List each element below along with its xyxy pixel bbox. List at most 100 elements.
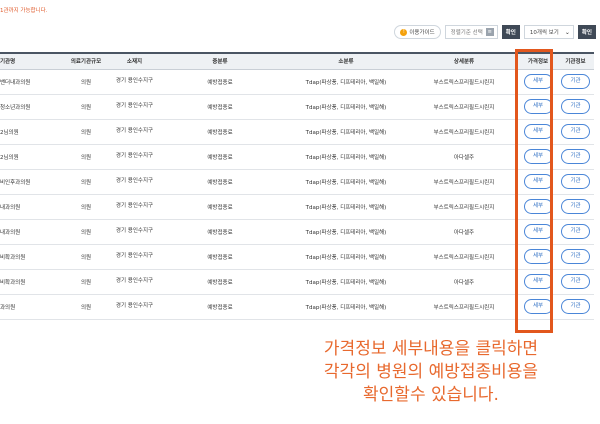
guide-button-label: 이용가이드 [409, 30, 435, 36]
column-header-location: 소재지 [112, 53, 157, 70]
cell-mid: 예방접종료 [207, 154, 233, 161]
cell-location: 경기 용인수지구 [115, 203, 154, 210]
cell-detail: 아다셀주 [453, 229, 475, 236]
price-info-highlight-box [515, 49, 553, 333]
cell-location: 경기 용인수지구 [115, 303, 154, 310]
institution-info-button[interactable]: 기관 [561, 299, 590, 314]
cell-size: 의원 [80, 179, 92, 186]
cell-detail: 부스트릭스프리필드시린지 [433, 304, 495, 311]
cell-small: Tdap(파상풍, 디프테리아, 백일해) [305, 279, 387, 286]
column-header-small: 소분류 [283, 53, 409, 70]
column-header-mid: 중분류 [157, 53, 283, 70]
cell-info: 기관 [557, 294, 594, 319]
cell-size: 의원 [80, 254, 92, 261]
column-header-name: 기관명 [0, 53, 60, 70]
cell-location: 경기 용인수지구 [115, 153, 154, 160]
cell-location: 경기 용인수지구 [115, 128, 154, 135]
table-row: 내과의원 의원 경기 용인수지구 예방접종료 Tdap(파상풍, 디프테리아, 백일해)… [0, 219, 594, 244]
sort-criteria-button[interactable]: 정렬기준 선택 ≡ [444, 25, 498, 39]
table-body: 밴더내과의원 의원 경기 용인수지구 예방접종료 Tdap(파상풍, 디프테리아, 백일… [0, 69, 594, 319]
cell-detail: 아다셀주 [453, 154, 475, 161]
institution-info-button[interactable]: 기관 [561, 249, 590, 264]
cell-mid: 예방접종료 [207, 179, 233, 186]
cell-size: 의원 [80, 154, 92, 161]
column-header-detail: 상세분류 [409, 53, 519, 70]
cell-info: 기관 [557, 169, 594, 194]
institution-info-button[interactable]: 기관 [561, 74, 590, 89]
cell-small: Tdap(파상풍, 디프테리아, 백일해) [305, 204, 387, 211]
cell-small: Tdap(파상풍, 디프테리아, 백일해) [305, 254, 387, 261]
cell-info: 기관 [557, 194, 594, 219]
institution-info-button[interactable]: 기관 [561, 149, 590, 164]
cell-mid: 예방접종료 [207, 304, 233, 311]
caption-line-2: 각각의 병원의 예방접종비용을 [323, 362, 539, 382]
cell-detail: 부스트릭스프리필드시린지 [433, 179, 495, 186]
sort-confirm-button[interactable]: 확인 [501, 25, 520, 39]
cell-mid: 예방접종료 [207, 229, 233, 236]
institution-info-button[interactable]: 기관 [561, 224, 590, 239]
institution-info-button[interactable]: 기관 [561, 99, 590, 114]
cell-mid: 예방접종료 [207, 279, 233, 286]
table-row: 비확과의원 의원 경기 용인수지구 예방접종료 Tdap(파상풍, 디프테리아, 백일해… [0, 269, 594, 294]
cell-small: Tdap(파상풍, 디프테리아, 백일해) [305, 129, 387, 136]
cell-info: 기관 [557, 269, 594, 294]
cell-size: 의원 [80, 229, 92, 236]
cell-mid: 예방접종료 [207, 104, 233, 111]
cell-detail: 부스트릭스프리필드시린지 [433, 254, 495, 261]
cell-info: 기관 [557, 244, 594, 269]
cell-detail: 부스트릭스프리필드시린지 [433, 104, 495, 111]
cell-location: 경기 용인수지구 [115, 253, 154, 260]
cell-name: 과의원 [0, 304, 16, 311]
cell-detail: 아다셀주 [453, 279, 475, 286]
cell-info: 기관 [557, 69, 594, 94]
institution-info-button[interactable]: 기관 [561, 199, 590, 214]
cell-info: 기관 [557, 94, 594, 119]
cell-mid: 예방접종료 [207, 254, 233, 261]
list-toolbar: ! 이용가이드 정렬기준 선택 ≡ 확인 10개씩 보기 ⌄ 확인 [394, 24, 596, 40]
table-row: 청소년과의원 의원 경기 용인수지구 예방접종료 Tdap(파상풍, 디프테리아, 백일… [0, 94, 594, 119]
cell-mid: 예방접종료 [207, 204, 233, 211]
cell-info: 기관 [557, 144, 594, 169]
table-row: 2님의원 의원 경기 용인수지구 예방접종료 Tdap(파상풍, 디프테리아, 백일해)… [0, 119, 594, 144]
page-size-select[interactable]: 10개씩 보기 ⌄ [523, 25, 574, 39]
cell-location: 경기 용인수지구 [115, 228, 154, 235]
cell-size: 의원 [80, 304, 92, 311]
table-row: 밴더내과의원 의원 경기 용인수지구 예방접종료 Tdap(파상풍, 디프테리아, 백일… [0, 69, 594, 94]
sort-criteria-label: 정렬기준 선택 [450, 30, 483, 36]
cell-mid: 예방접종료 [207, 129, 233, 136]
hospital-price-table: 기관명 의료기관규모 소재지 중분류 소분류 상세분류 가격정보 기관정보 밴더내과의원 의원 경… [0, 52, 594, 320]
chevron-down-icon: ⌄ [564, 28, 570, 36]
sort-icon: ≡ [485, 28, 494, 36]
cell-name: 내과의원 [0, 204, 21, 211]
column-header-info: 기관정보 [557, 53, 594, 70]
column-header-size: 의료기관규모 [60, 53, 112, 70]
cell-location: 경기 용인수지구 [115, 78, 154, 85]
institution-info-button[interactable]: 기관 [561, 174, 590, 189]
cell-small: Tdap(파상풍, 디프테리아, 백일해) [305, 154, 387, 161]
cell-small: Tdap(파상풍, 디프테리아, 백일해) [305, 104, 387, 111]
institution-info-button[interactable]: 기관 [561, 124, 590, 139]
page-size-value: 10개씩 보기 [529, 30, 559, 36]
cell-size: 의원 [80, 204, 92, 211]
guide-button[interactable]: ! 이용가이드 [394, 25, 441, 39]
cell-size: 의원 [80, 79, 92, 86]
cell-small: Tdap(파상풍, 디프테리아, 백일해) [305, 229, 387, 236]
cell-small: Tdap(파상풍, 디프테리아, 백일해) [305, 304, 387, 311]
page-size-confirm-button[interactable]: 확인 [577, 25, 596, 39]
instruction-caption: 가격정보 세부내용을 클릭하면 각각의 병원의 예방접종비용을 확인할수 있습니… [266, 338, 596, 407]
table-row: 비확과의원 의원 경기 용인수지구 예방접종료 Tdap(파상풍, 디프테리아, 백일해… [0, 244, 594, 269]
table-row: 2님의원 의원 경기 용인수지구 예방접종료 Tdap(파상풍, 디프테리아, 백일해)… [0, 144, 594, 169]
table-header-row: 기관명 의료기관규모 소재지 중분류 소분류 상세분류 가격정보 기관정보 [0, 53, 594, 70]
cell-size: 의원 [80, 129, 92, 136]
institution-info-button[interactable]: 기관 [561, 274, 590, 289]
cell-detail: 부스트릭스프리필드시린지 [433, 129, 495, 136]
cell-name: 내과의원 [0, 229, 21, 236]
info-icon: ! [400, 28, 408, 36]
cell-info: 기관 [557, 119, 594, 144]
cell-small: Tdap(파상풍, 디프테리아, 백일해) [305, 179, 387, 186]
table-row: 과의원 의원 경기 용인수지구 예방접종료 Tdap(파상풍, 디프테리아, 백일해) 부… [0, 294, 594, 319]
cell-name: 2님의원 [0, 154, 19, 161]
cell-mid: 예방접종료 [207, 79, 233, 86]
cell-size: 의원 [80, 279, 92, 286]
cell-small: Tdap(파상풍, 디프테리아, 백일해) [305, 79, 387, 86]
